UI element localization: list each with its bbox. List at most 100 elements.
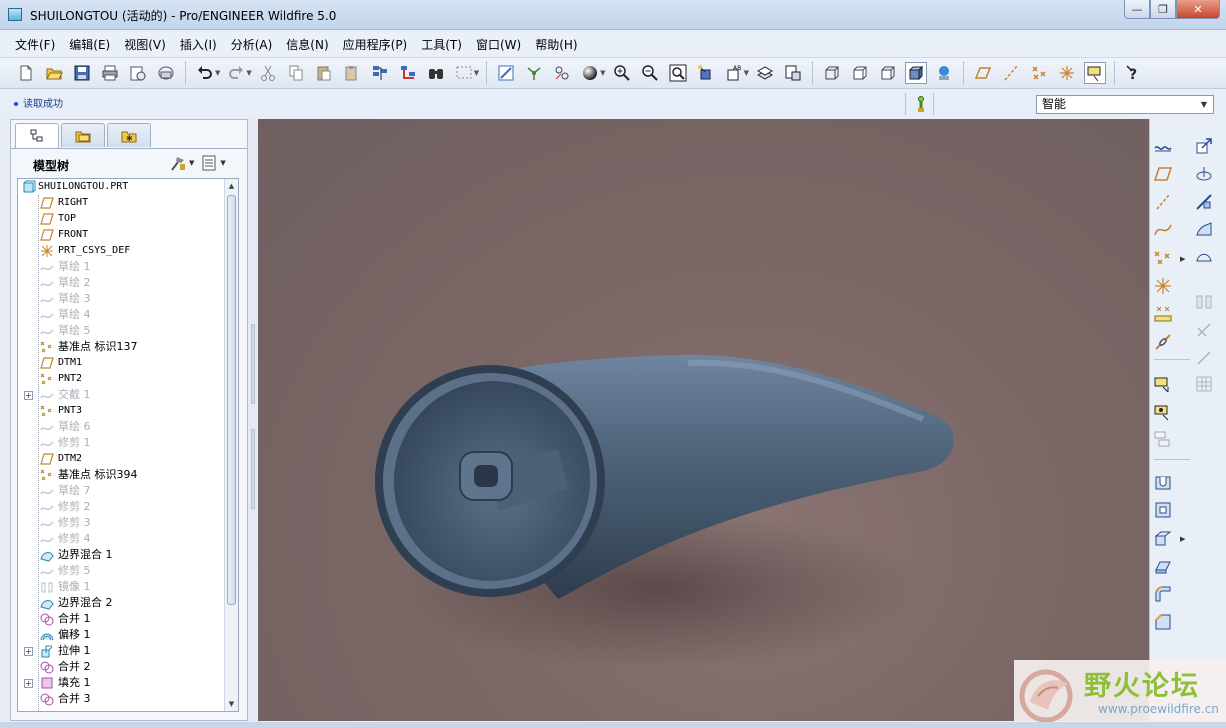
point-display-icon[interactable]: [1028, 62, 1050, 84]
mail-link-icon[interactable]: [155, 62, 177, 84]
csys-display-icon[interactable]: [1056, 62, 1078, 84]
maximize-button[interactable]: ❐: [1150, 0, 1176, 19]
sketch-view-icon[interactable]: [495, 62, 517, 84]
menu-file[interactable]: 文件(F): [8, 36, 62, 53]
save-icon[interactable]: [71, 62, 93, 84]
tree-item[interactable]: SHUILONGTOU.PRT: [18, 179, 224, 195]
splitter-grip-top[interactable]: [251, 324, 255, 404]
menu-view[interactable]: 视图(V): [117, 36, 173, 53]
revolve-tool-icon[interactable]: [1193, 163, 1215, 185]
tree-item[interactable]: + 填充 1: [18, 675, 224, 691]
tree-scrollbar[interactable]: ▲ ▼: [224, 179, 238, 711]
tree-item[interactable]: 草绘 6: [18, 419, 224, 435]
undo-icon[interactable]: [194, 62, 216, 84]
model-tree-toggle-icon[interactable]: [933, 62, 955, 84]
tree-item[interactable]: 镜像 1: [18, 579, 224, 595]
tree-item[interactable]: RIGHT: [18, 195, 224, 211]
analysis-tool-icon[interactable]: [1152, 303, 1174, 325]
shell-tool-icon[interactable]: [1152, 499, 1174, 521]
hidden-line-icon[interactable]: [849, 62, 871, 84]
faucet-model-render[interactable]: [258, 119, 1149, 721]
chamfer-tool-icon[interactable]: [1152, 611, 1174, 633]
tree-item[interactable]: DTM2: [18, 451, 224, 467]
tree-settings-dropdown-icon[interactable]: ▼: [189, 159, 194, 167]
paste-icon[interactable]: [313, 62, 335, 84]
point-tool-icon[interactable]: [1152, 247, 1174, 269]
tree-item[interactable]: 合并 3: [18, 691, 224, 707]
tree-item[interactable]: 基准点 标识394: [18, 467, 224, 483]
find-binoculars-icon[interactable]: [425, 62, 447, 84]
view-manager-icon[interactable]: [782, 62, 804, 84]
axis-tool-icon[interactable]: [1152, 191, 1174, 213]
tab-model-tree[interactable]: [15, 123, 59, 148]
curve-tool-icon[interactable]: [1152, 219, 1174, 241]
annotation-tool-icon[interactable]: [1152, 401, 1174, 423]
tree-item[interactable]: 基准点 标识137: [18, 339, 224, 355]
tree-item[interactable]: 草绘 2: [18, 275, 224, 291]
tree-item[interactable]: FRONT: [18, 227, 224, 243]
plane-display-icon[interactable]: [972, 62, 994, 84]
open-folder-icon[interactable]: [43, 62, 65, 84]
select-box-icon[interactable]: [453, 62, 475, 84]
scroll-up-icon[interactable]: ▲: [225, 179, 238, 193]
tab-folder-browser[interactable]: [61, 123, 105, 147]
shading-sphere-icon[interactable]: [579, 62, 601, 84]
new-file-icon[interactable]: [15, 62, 37, 84]
tree-item[interactable]: 合并 2: [18, 659, 224, 675]
tree-item[interactable]: 修剪 1: [18, 435, 224, 451]
undo-dropdown-icon[interactable]: ▼: [215, 69, 220, 77]
tree-item[interactable]: 边界混合 2: [18, 595, 224, 611]
tab-favorites[interactable]: ✱: [107, 123, 151, 147]
orient-icon[interactable]: [551, 62, 573, 84]
sweep-tool-icon[interactable]: [1193, 191, 1215, 213]
menu-help[interactable]: 帮助(H): [528, 36, 584, 53]
expand-plus-icon[interactable]: +: [24, 647, 33, 656]
no-hidden-icon[interactable]: [877, 62, 899, 84]
zoom-in-icon[interactable]: [611, 62, 633, 84]
shaded-icon[interactable]: [904, 62, 927, 84]
mail-icon[interactable]: [127, 62, 149, 84]
tree-item[interactable]: PRT_CSYS_DEF: [18, 243, 224, 259]
minimize-button[interactable]: —: [1124, 0, 1150, 19]
tree-show-dropdown-icon[interactable]: ▼: [220, 159, 225, 167]
expand-plus-icon[interactable]: +: [24, 391, 33, 400]
saved-views-icon[interactable]: AB: [723, 62, 745, 84]
scroll-down-icon[interactable]: ▼: [225, 697, 238, 711]
copy-icon[interactable]: [285, 62, 307, 84]
annotation-display-icon[interactable]: [1083, 62, 1106, 84]
menu-insert[interactable]: 插入(I): [173, 36, 224, 53]
tree-item[interactable]: PNT3: [18, 403, 224, 419]
tree-item[interactable]: TOP: [18, 211, 224, 227]
selection-filter-select[interactable]: 智能 ▼: [1036, 95, 1214, 114]
axis-display-icon[interactable]: [1000, 62, 1022, 84]
tree-item[interactable]: 草绘 3: [18, 291, 224, 307]
help-icon[interactable]: ?: [1123, 62, 1145, 84]
menu-tools[interactable]: 工具(T): [414, 36, 469, 53]
graphics-window[interactable]: [258, 119, 1149, 721]
splitter-grip-bottom[interactable]: [251, 429, 255, 509]
redo-dropdown-icon[interactable]: ▼: [246, 69, 251, 77]
pattern-tool-icon[interactable]: [1193, 373, 1215, 395]
menu-applications[interactable]: 应用程序(P): [336, 36, 415, 53]
datum-display-tool-icon[interactable]: [1152, 373, 1174, 395]
reorient-icon[interactable]: [695, 62, 717, 84]
tree-item[interactable]: + 拉伸 1: [18, 643, 224, 659]
expand-plus-icon[interactable]: +: [24, 679, 33, 688]
merge-tool-icon[interactable]: [1193, 347, 1215, 369]
blend-tool-icon[interactable]: [1193, 219, 1215, 241]
zoom-out-icon[interactable]: [639, 62, 661, 84]
menu-analysis[interactable]: 分析(A): [224, 36, 280, 53]
paste-special-icon[interactable]: [341, 62, 363, 84]
regen-manager-icon[interactable]: [397, 62, 419, 84]
wireframe-icon[interactable]: [821, 62, 843, 84]
datum-plane-tool-icon[interactable]: [1193, 135, 1215, 157]
tree-show-icon[interactable]: [200, 154, 218, 172]
regen-status-icon[interactable]: [916, 95, 926, 113]
mirror-tool-icon[interactable]: [1193, 291, 1215, 313]
saved-views-dropdown-icon[interactable]: ▼: [744, 69, 749, 77]
chain-tool-icon[interactable]: [1152, 331, 1174, 353]
scroll-thumb[interactable]: [227, 195, 236, 605]
tree-item[interactable]: 修剪 4: [18, 531, 224, 547]
round-tool-icon[interactable]: [1152, 583, 1174, 605]
refit-icon[interactable]: [667, 62, 689, 84]
